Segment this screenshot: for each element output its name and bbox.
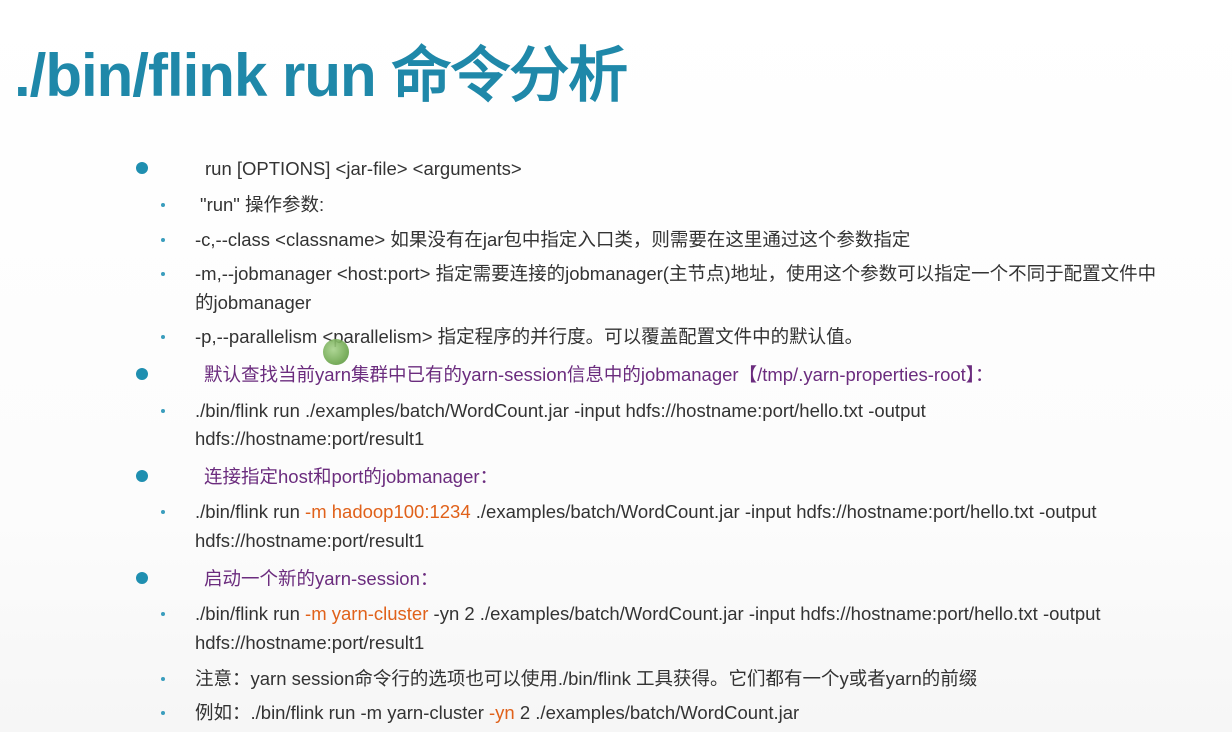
item-text-line2: 的jobmanager (195, 292, 312, 313)
bullet-dot-icon (136, 368, 148, 380)
item-text-line1: -m,--jobmanager <host:port> 指定需要连接的jobma… (195, 263, 1157, 284)
sub-bullet-icon (161, 335, 165, 339)
item-text: 连接指定host和port的jobmanager： (204, 466, 499, 487)
item-text: 默认查找当前yarn集群中已有的yarn-session信息中的jobmanag… (204, 364, 994, 385)
item-text-line1: ./bin/flink run -m yarn-cluster -yn 2 ./… (195, 599, 1101, 628)
item-text: "run" 操作参数: (200, 194, 325, 215)
item-text: 注意：yarn session命令行的选项也可以使用./bin/flink 工具… (195, 668, 978, 689)
pointer-highlight-icon (323, 339, 349, 365)
sub-bullet-icon (161, 510, 165, 514)
item-text: 例如：./bin/flink run -m yarn-cluster -yn 2… (195, 698, 799, 727)
command-suffix: ./examples/batch/WordCount.jar -input hd… (470, 501, 1097, 522)
command-highlight: -m yarn-cluster (305, 603, 429, 624)
sub-bullet-icon (161, 677, 165, 681)
bullet-dot-icon (136, 572, 148, 584)
sub-bullet-icon (161, 203, 165, 207)
sub-bullet-icon (161, 238, 165, 242)
item-text: run [OPTIONS] <jar-file> <arguments> (205, 158, 522, 179)
item-text-line1: ./bin/flink run -m hadoop100:1234 ./exam… (195, 497, 1097, 526)
example-highlight: -yn (489, 702, 515, 723)
item-text-line2: hdfs://hostname:port/result1 (195, 530, 425, 551)
item-text: -p,--parallelism <parallelism> 指定程序的并行度。… (195, 326, 864, 347)
bullet-dot-icon (136, 162, 148, 174)
slide: ./bin/flink run 命令分析 run [OPTIONS] <jar-… (0, 0, 1232, 732)
item-text: 启动一个新的yarn-session： (204, 568, 439, 589)
item-text-line1: ./bin/flink run ./examples/batch/WordCou… (195, 400, 926, 421)
sub-bullet-icon (161, 409, 165, 413)
command-prefix: ./bin/flink run (195, 603, 306, 624)
item-text: -c,--class <classname> 如果没有在jar包中指定入口类，则… (195, 229, 911, 250)
slide-title: ./bin/flink run 命令分析 (14, 42, 628, 109)
example-suffix: 2 ./examples/batch/WordCount.jar (514, 702, 800, 723)
sub-bullet-icon (161, 612, 165, 616)
bullet-dot-icon (136, 470, 148, 482)
command-highlight: -m hadoop100:1234 (305, 501, 471, 522)
command-suffix: -yn 2 ./examples/batch/WordCount.jar -in… (428, 603, 1101, 624)
item-text-line2: hdfs://hostname:port/result1 (195, 632, 425, 653)
sub-bullet-icon (161, 272, 165, 276)
example-prefix: 例如：./bin/flink run -m yarn-cluster (195, 702, 490, 723)
sub-bullet-icon (161, 711, 165, 715)
command-prefix: ./bin/flink run (195, 501, 306, 522)
item-text-line2: hdfs://hostname:port/result1 (195, 428, 425, 449)
